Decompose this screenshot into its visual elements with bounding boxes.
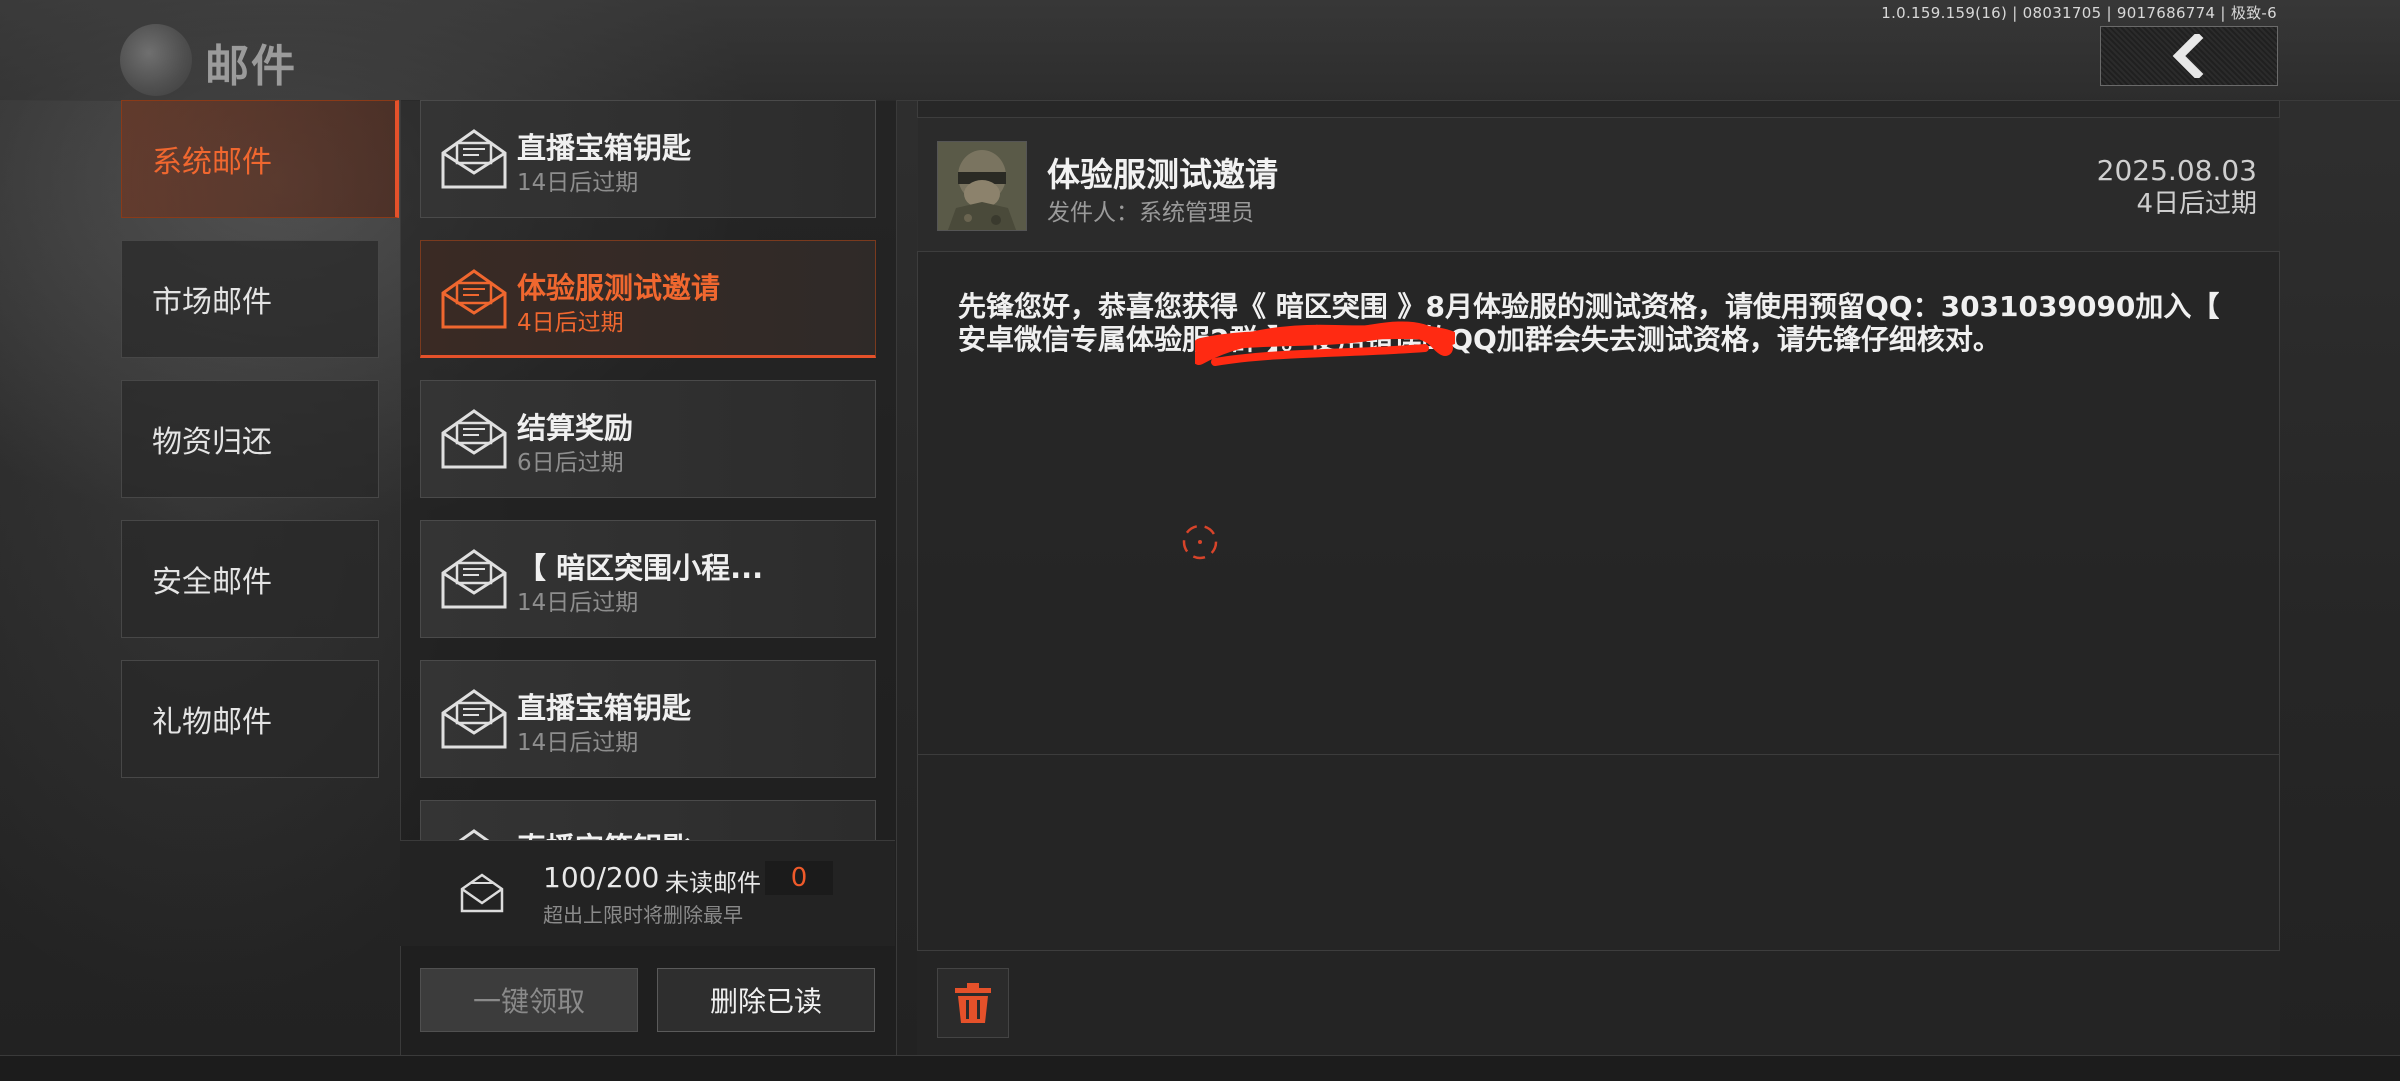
mail-item[interactable]: 直播宝箱钥匙 14日后过期: [420, 100, 876, 218]
mail-title: 直播宝箱钥匙: [517, 825, 691, 840]
redaction-scribble: [1195, 321, 1455, 366]
mail-body-text: 先锋您好，恭喜您获得《 暗区突围 》8月体验服的测试资格，请使用预留QQ：303…: [958, 290, 2220, 356]
mail-item-partial[interactable]: 直播宝箱钥匙: [420, 800, 876, 840]
envelope-open-icon: [441, 409, 507, 469]
envelope-open-icon: [458, 829, 490, 840]
delete-read-button[interactable]: 删除已读: [657, 968, 875, 1032]
delete-mail-button[interactable]: [937, 968, 1009, 1038]
mail-expire: 6日后过期: [517, 450, 624, 476]
mail-detail-title: 体验服测试邀请: [1047, 155, 1278, 194]
mail-detail-footer: [917, 950, 2280, 1056]
envelope-open-icon: [441, 689, 507, 749]
mailbox-summary: 100/200 未读邮件 0 超出上限时将删除最早: [400, 840, 895, 946]
mail-title: 结算奖励: [517, 411, 634, 445]
limit-note: 超出上限时将删除最早: [543, 903, 743, 927]
category-market-mail[interactable]: 市场邮件: [121, 240, 379, 358]
mail-item[interactable]: 结算奖励 6日后过期: [420, 380, 876, 498]
mail-title: 【 暗区突围小程...: [517, 551, 764, 585]
globe-logo-icon: [120, 24, 192, 96]
mail-expire: 14日后过期: [517, 590, 639, 616]
claim-all-button[interactable]: 一键领取: [420, 968, 638, 1032]
category-system-mail[interactable]: 系统邮件: [121, 100, 399, 218]
trash-icon: [955, 983, 991, 1023]
mail-count: 100/200: [543, 861, 660, 894]
mail-detail-expire: 4日后过期: [2136, 189, 2257, 219]
content-divider: [917, 754, 2280, 755]
envelope-stack-icon: [460, 873, 504, 913]
mail-expire: 4日后过期: [517, 310, 624, 336]
mail-expire: 14日后过期: [517, 170, 639, 196]
detail-decor-strip: [917, 100, 2280, 118]
unread-count-badge: 0: [765, 861, 833, 895]
mail-title: 直播宝箱钥匙: [517, 131, 692, 165]
category-supply-return[interactable]: 物资归还: [121, 380, 379, 498]
category-gift-mail[interactable]: 礼物邮件: [121, 660, 379, 778]
category-security-mail[interactable]: 安全邮件: [121, 520, 379, 638]
mail-item[interactable]: 【 暗区突围小程... 14日后过期: [420, 520, 876, 638]
mail-title: 直播宝箱钥匙: [517, 691, 692, 725]
envelope-open-icon: [441, 269, 507, 329]
bottom-bar: [0, 1055, 2400, 1081]
mail-item[interactable]: 直播宝箱钥匙 14日后过期: [420, 660, 876, 778]
mail-item-selected[interactable]: 体验服测试邀请 4日后过期: [420, 240, 876, 358]
soldier-avatar-image: [938, 142, 1026, 230]
mail-expire: 14日后过期: [517, 730, 639, 756]
envelope-open-icon: [441, 549, 507, 609]
unread-label: 未读邮件: [665, 869, 761, 897]
mail-title: 体验服测试邀请: [517, 271, 721, 305]
version-info: 1.0.159.159(16) | 08031705 | 9017686774 …: [1881, 4, 2277, 22]
sender-avatar: [937, 141, 1027, 231]
envelope-open-icon: [441, 129, 507, 189]
mail-detail-sender: 发件人：系统管理员: [1047, 200, 1254, 226]
loading-spinner-icon: [1182, 524, 1218, 560]
page-title: 邮件: [205, 41, 297, 92]
back-button[interactable]: [2100, 26, 2278, 86]
chevron-left-icon: [2172, 34, 2204, 78]
